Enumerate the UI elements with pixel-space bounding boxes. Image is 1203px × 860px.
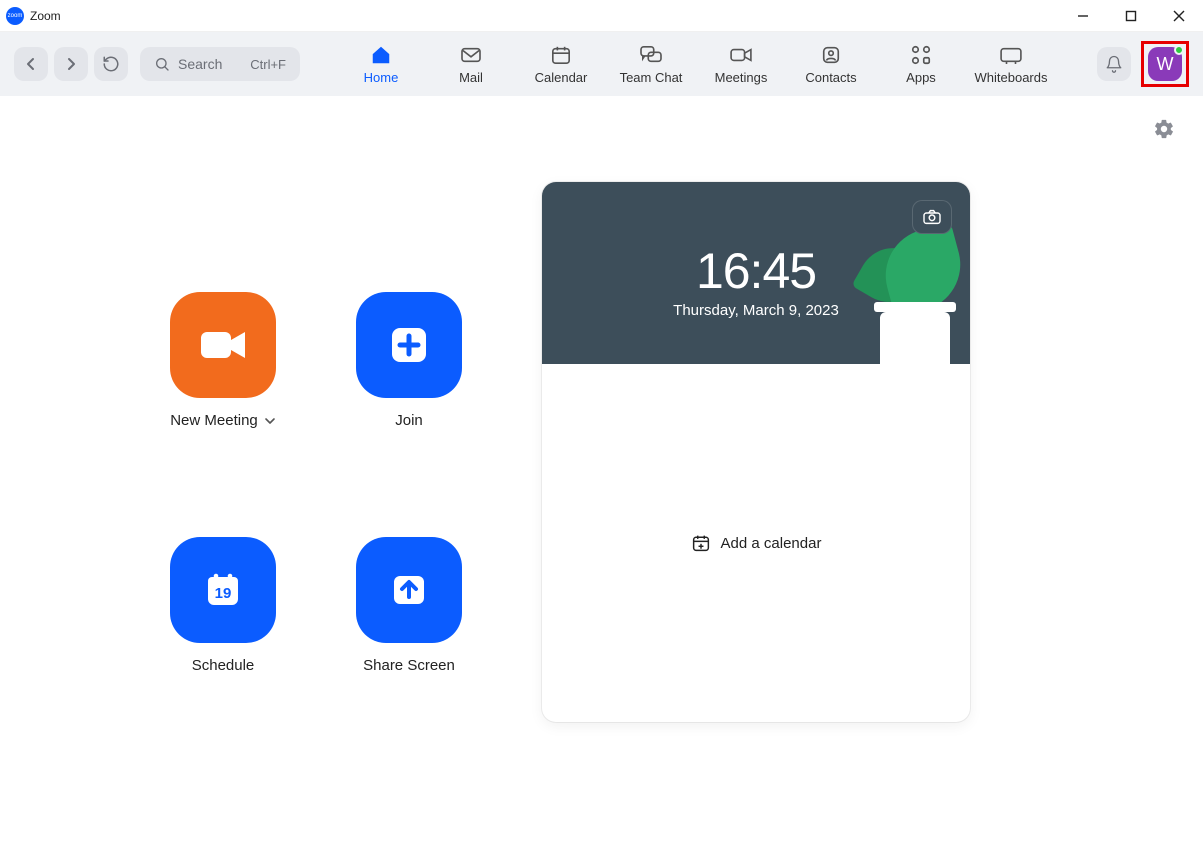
add-calendar-label: Add a calendar xyxy=(721,535,822,552)
tab-home[interactable]: Home xyxy=(336,44,426,85)
highlight-box: W xyxy=(1141,41,1189,87)
settings-button[interactable] xyxy=(1153,118,1175,140)
notifications-button[interactable] xyxy=(1097,47,1131,81)
clock-date: Thursday, March 9, 2023 xyxy=(673,302,839,319)
tab-label: Home xyxy=(364,70,399,85)
tab-meetings[interactable]: Meetings xyxy=(696,44,786,85)
tab-calendar[interactable]: Calendar xyxy=(516,44,606,85)
panel-header: 16:45 Thursday, March 9, 2023 xyxy=(542,182,970,364)
nav-forward-button[interactable] xyxy=(54,47,88,81)
apps-icon xyxy=(910,44,932,66)
schedule-label: Schedule xyxy=(192,657,255,674)
calendar-panel: 16:45 Thursday, March 9, 2023 Add a cale… xyxy=(542,182,970,722)
avatar-initial: W xyxy=(1157,54,1174,75)
join-label: Join xyxy=(395,412,423,429)
new-meeting-label[interactable]: New Meeting xyxy=(170,412,276,429)
join-button[interactable] xyxy=(356,292,462,398)
search-shortcut: Ctrl+F xyxy=(250,57,286,72)
tab-label: Apps xyxy=(906,70,936,85)
contacts-icon xyxy=(820,44,842,66)
plant-pot-icon xyxy=(880,312,950,364)
change-background-button[interactable] xyxy=(912,200,952,234)
chevron-down-icon xyxy=(264,415,276,427)
tab-contacts[interactable]: Contacts xyxy=(786,44,876,85)
toolbar: Search Ctrl+F Home Mail Calendar Team xyxy=(0,32,1203,96)
add-calendar-button[interactable]: Add a calendar xyxy=(691,534,822,552)
maximize-button[interactable] xyxy=(1119,4,1143,28)
tab-apps[interactable]: Apps xyxy=(876,44,966,85)
search-placeholder: Search xyxy=(178,56,222,72)
tab-label: Mail xyxy=(459,70,483,85)
titlebar: zoom Zoom xyxy=(0,0,1203,32)
history-button[interactable] xyxy=(94,47,128,81)
close-button[interactable] xyxy=(1167,4,1191,28)
tab-label: Whiteboards xyxy=(975,70,1048,85)
home-actions: New Meeting Join 19 Schedule xyxy=(170,292,462,722)
tab-label: Meetings xyxy=(715,70,768,85)
whiteboard-icon xyxy=(999,44,1023,66)
tab-whiteboards[interactable]: Whiteboards xyxy=(966,44,1056,85)
calendar-plus-icon xyxy=(691,534,711,552)
tab-team-chat[interactable]: Team Chat xyxy=(606,44,696,85)
mail-icon xyxy=(460,44,482,66)
svg-text:19: 19 xyxy=(215,585,232,602)
profile-avatar[interactable]: W xyxy=(1148,47,1182,81)
home-icon xyxy=(370,44,392,66)
presence-indicator-icon xyxy=(1174,45,1184,55)
app-title: Zoom xyxy=(30,9,61,23)
clock-time: 16:45 xyxy=(696,242,816,300)
plant-pot-icon xyxy=(874,302,956,312)
tab-mail[interactable]: Mail xyxy=(426,44,516,85)
new-meeting-button[interactable] xyxy=(170,292,276,398)
zoom-logo-icon: zoom xyxy=(6,7,24,25)
tab-label: Contacts xyxy=(805,70,856,85)
chat-icon xyxy=(639,44,663,66)
tab-label: Team Chat xyxy=(620,70,683,85)
share-screen-button[interactable] xyxy=(356,537,462,643)
calendar-icon xyxy=(550,44,572,66)
tab-label: Calendar xyxy=(535,70,588,85)
video-icon xyxy=(729,44,753,66)
minimize-button[interactable] xyxy=(1071,4,1095,28)
nav-back-button[interactable] xyxy=(14,47,48,81)
search-input[interactable]: Search Ctrl+F xyxy=(140,47,300,81)
share-screen-label: Share Screen xyxy=(363,657,455,674)
schedule-button[interactable]: 19 xyxy=(170,537,276,643)
